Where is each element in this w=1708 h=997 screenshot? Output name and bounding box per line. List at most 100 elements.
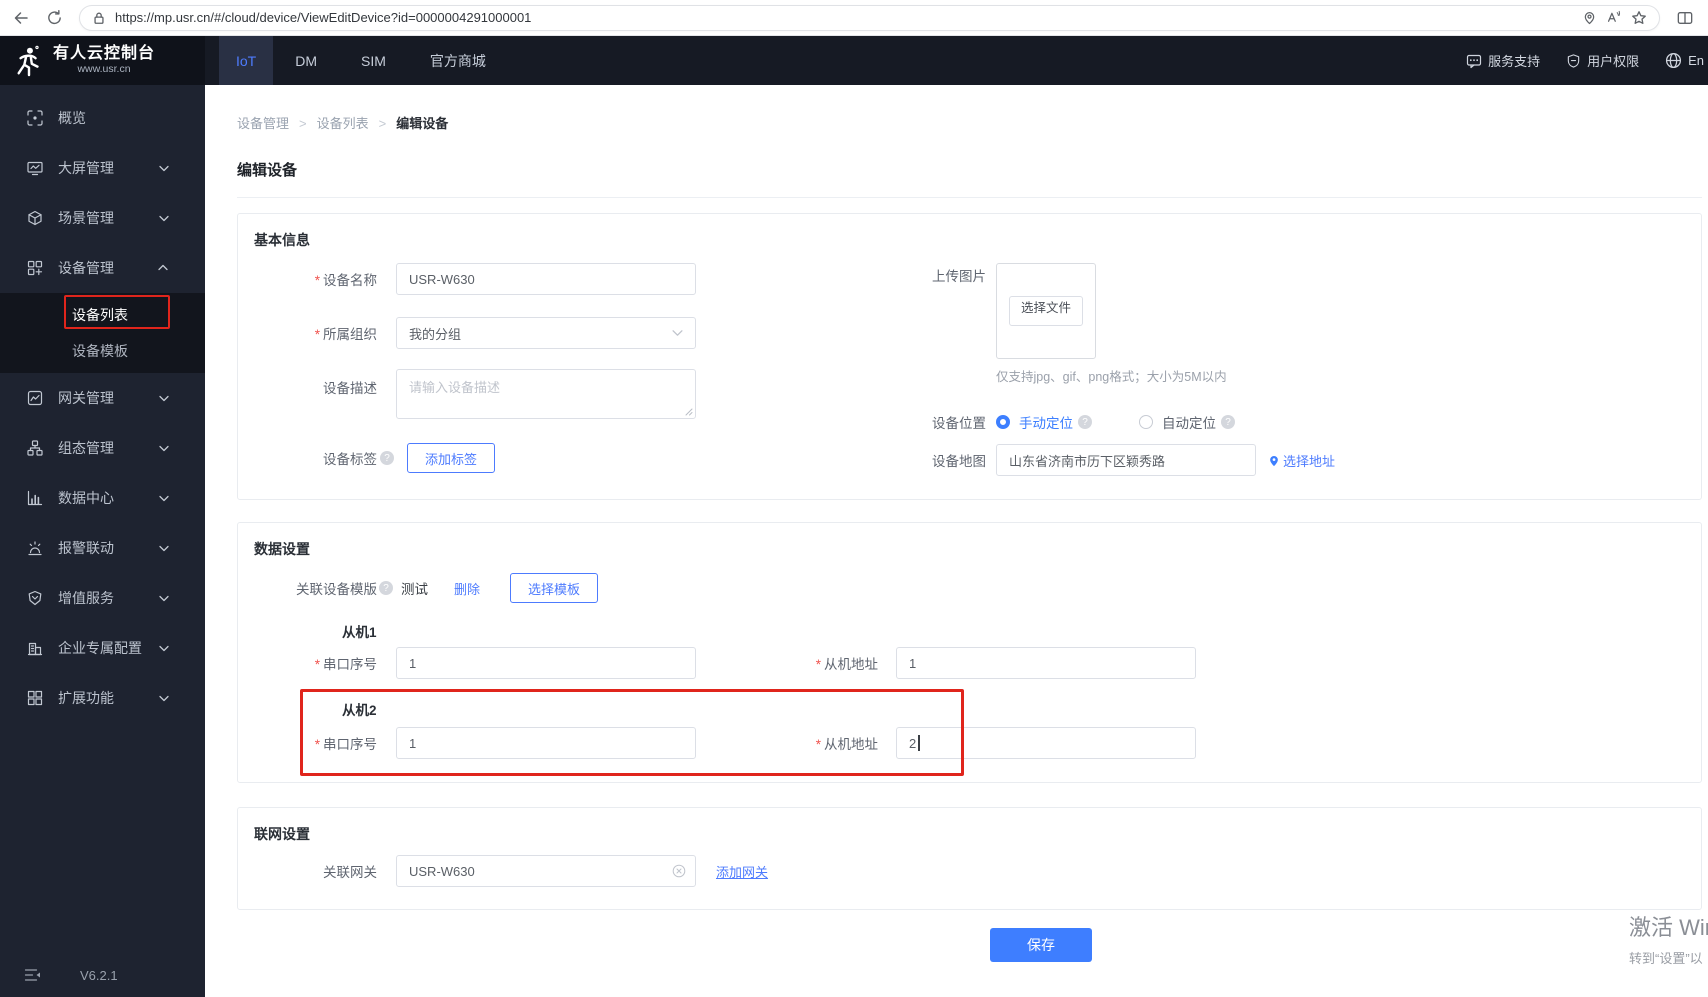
- basic-info-title: 基本信息: [254, 232, 310, 248]
- device-description-label: 设备描述: [323, 381, 377, 396]
- read-aloud-icon[interactable]: [1606, 10, 1622, 25]
- resize-handle-icon[interactable]: [685, 408, 693, 416]
- sidebar-item-label: 场景管理: [58, 210, 114, 226]
- alarm-icon: [26, 540, 43, 556]
- title-divider: [237, 197, 1702, 198]
- slave-2-title: 从机2: [342, 703, 377, 718]
- help-icon[interactable]: [379, 581, 393, 595]
- linked-gateway-value: USR-W630: [409, 863, 475, 879]
- organization-label: 所属组织: [238, 323, 377, 343]
- service-support-label: 服务支持: [1488, 54, 1541, 69]
- address-bar[interactable]: https://mp.usr.cn/#/cloud/device/ViewEdi…: [79, 4, 1660, 31]
- language-switch[interactable]: En: [1665, 52, 1704, 69]
- chat-icon: [1466, 53, 1482, 69]
- sidebar-item-gateway[interactable]: 网关管理: [0, 373, 205, 423]
- top-navigation: 有人云控制台 www.usr.cn IoT DM SIM 官方商城 服务支持 用…: [0, 36, 1708, 85]
- geolocation-icon[interactable]: [1582, 10, 1597, 25]
- product-tabs: IoT DM SIM 官方商城: [219, 36, 508, 85]
- device-location-label: 设备位置: [932, 416, 986, 431]
- watermark-line1: 激活 Win: [1629, 915, 1708, 940]
- extension-icon: [26, 690, 43, 706]
- breadcrumb-device-management[interactable]: 设备管理: [237, 113, 317, 132]
- value-service-icon: [26, 590, 43, 606]
- breadcrumb-edit-device: 编辑设备: [396, 116, 449, 131]
- clear-input-icon[interactable]: [672, 864, 686, 878]
- brand-logo[interactable]: 有人云控制台 www.usr.cn: [0, 36, 205, 85]
- device-address-input[interactable]: [996, 444, 1256, 476]
- help-icon[interactable]: [1221, 415, 1235, 429]
- template-name: 测试: [401, 582, 428, 597]
- sidebar-item-alarm-linkage[interactable]: 报警联动: [0, 523, 205, 573]
- tab-iot[interactable]: IoT: [219, 36, 274, 85]
- linked-gateway-label: 关联网关: [323, 865, 377, 880]
- split-screen-icon[interactable]: [1676, 10, 1694, 26]
- add-gateway-link[interactable]: 添加网关: [716, 862, 768, 881]
- auto-location-radio[interactable]: [1139, 415, 1153, 429]
- slave-2-address-input[interactable]: 2: [896, 727, 1196, 759]
- chevron-down-icon: [155, 694, 172, 702]
- help-icon[interactable]: [380, 451, 394, 465]
- save-button[interactable]: 保存: [990, 928, 1092, 962]
- linked-gateway-input[interactable]: USR-W630: [396, 855, 696, 887]
- chevron-down-icon: [155, 594, 172, 602]
- user-permissions[interactable]: 用户权限: [1566, 51, 1639, 70]
- sidebar-item-device-list[interactable]: 设备列表: [0, 297, 205, 333]
- sidebar-item-scene[interactable]: 场景管理: [0, 193, 205, 243]
- sidebar-item-data-center[interactable]: 数据中心: [0, 473, 205, 523]
- add-tag-button[interactable]: 添加标签: [407, 443, 496, 473]
- device-description-input[interactable]: [396, 369, 696, 419]
- usr-person-logo-icon: [14, 45, 44, 77]
- choose-address-link[interactable]: 选择地址: [1268, 451, 1335, 470]
- favorite-star-icon[interactable]: [1631, 10, 1647, 26]
- choose-template-button[interactable]: 选择模板: [510, 573, 599, 603]
- url-text[interactable]: https://mp.usr.cn/#/cloud/device/ViewEdi…: [115, 10, 1573, 25]
- sidebar-item-label: 设备管理: [58, 260, 114, 276]
- page-title: 编辑设备: [237, 162, 298, 179]
- upload-image-dropzone[interactable]: 选择文件: [996, 263, 1096, 359]
- sidebar-item-scada[interactable]: 组态管理: [0, 423, 205, 473]
- sidebar-item-device-template[interactable]: 设备模板: [0, 333, 205, 369]
- sidebar-item-big-screen[interactable]: 大屏管理: [0, 143, 205, 193]
- tab-official-mall[interactable]: 官方商城: [408, 36, 508, 85]
- slave-1-serial-input[interactable]: [396, 647, 696, 679]
- sidebar-item-label: 报警联动: [58, 540, 114, 556]
- service-support[interactable]: 服务支持: [1466, 51, 1540, 70]
- sidebar-item-enterprise-config[interactable]: 企业专属配置: [0, 623, 205, 673]
- text-cursor: [918, 735, 920, 751]
- sidebar-item-extensions[interactable]: 扩展功能: [0, 673, 205, 723]
- tab-dm[interactable]: DM: [273, 36, 339, 85]
- device-name-input[interactable]: [396, 263, 696, 295]
- browser-toolbar: https://mp.usr.cn/#/cloud/device/ViewEdi…: [0, 0, 1708, 36]
- slave-2-serial-input[interactable]: [396, 727, 696, 759]
- refresh-icon[interactable]: [46, 9, 63, 26]
- sidebar-item-label: 数据中心: [58, 490, 114, 506]
- sidebar-item-overview[interactable]: 概览: [0, 93, 205, 143]
- choose-file-button[interactable]: 选择文件: [1008, 296, 1083, 326]
- slave-1-title: 从机1: [342, 625, 377, 640]
- back-icon[interactable]: [12, 9, 30, 27]
- data-center-icon: [26, 490, 43, 506]
- version-label: V6.2.1: [80, 967, 118, 983]
- auto-location-label[interactable]: 自动定位: [1162, 412, 1216, 432]
- upload-image-label: 上传图片: [932, 269, 986, 284]
- network-settings-card: 联网设置 关联网关 USR-W630 添加网关: [237, 807, 1702, 910]
- activate-windows-watermark: 激活 Win 转到“设置”以: [1629, 910, 1708, 967]
- delete-template-link[interactable]: 删除: [454, 579, 480, 598]
- main-content: 设备管理 设备列表 编辑设备 编辑设备 基本信息 设备名称 所属组织 我的分组: [205, 85, 1708, 997]
- chevron-down-icon: [155, 444, 172, 452]
- organization-select[interactable]: 我的分组: [396, 317, 696, 349]
- slave-1-address-input[interactable]: [896, 647, 1196, 679]
- map-pin-icon: [1268, 454, 1280, 467]
- breadcrumb-device-list[interactable]: 设备列表: [317, 113, 397, 132]
- brand-subtitle: www.usr.cn: [77, 63, 131, 75]
- organization-value: 我的分组: [409, 326, 462, 342]
- sidebar-item-value-added-services[interactable]: 增值服务: [0, 573, 205, 623]
- manual-location-label[interactable]: 手动定位: [1019, 412, 1073, 432]
- scene-icon: [26, 210, 43, 226]
- collapse-sidebar-icon[interactable]: [24, 968, 42, 982]
- manual-location-radio[interactable]: [996, 415, 1010, 429]
- help-icon[interactable]: [1078, 415, 1092, 429]
- tab-sim[interactable]: SIM: [339, 36, 408, 85]
- sidebar-item-device-management[interactable]: 设备管理: [0, 243, 205, 293]
- lock-icon[interactable]: [92, 11, 106, 25]
